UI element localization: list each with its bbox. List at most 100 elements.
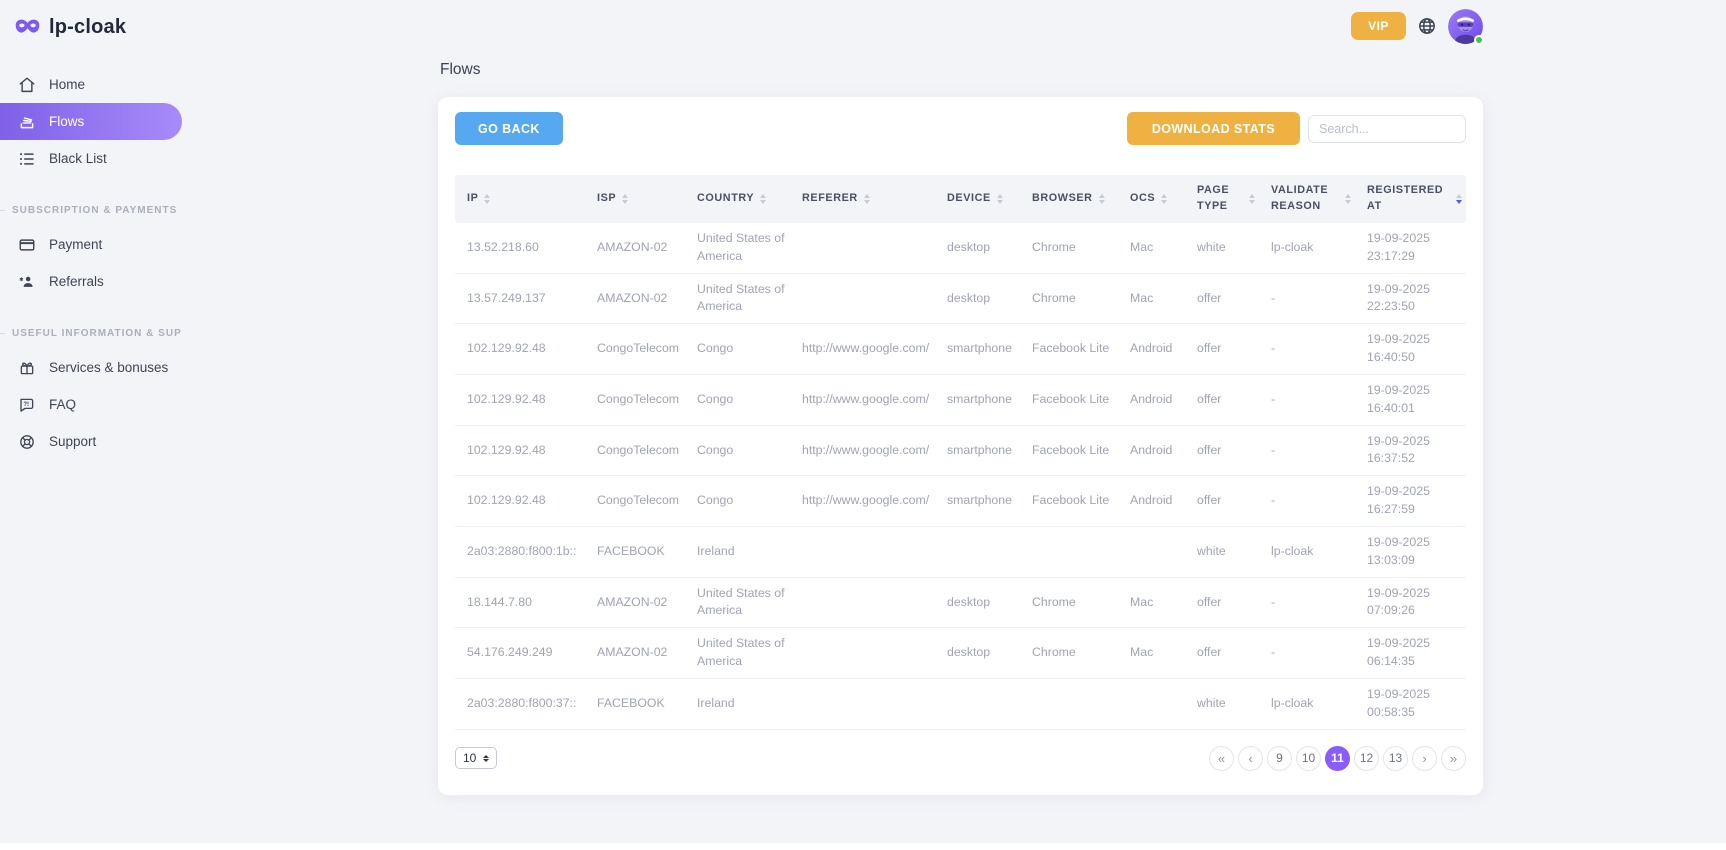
stepper-arrows-icon (483, 755, 489, 762)
cell-validate_reason: - (1259, 384, 1355, 416)
sidebar-item-faq[interactable]: ?! FAQ (0, 386, 182, 423)
go-back-button[interactable]: GO BACK (455, 112, 563, 145)
brand-mask-icon (14, 16, 41, 38)
page-button-13[interactable]: 13 (1383, 746, 1408, 771)
app-root: lp-cloak Home Flows (0, 0, 1726, 850)
credit-card-icon (18, 236, 36, 254)
cell-registered_at: 19-09-2025 16:40:50 (1355, 324, 1466, 374)
cell-validate_reason: - (1259, 637, 1355, 669)
sidebar-item-support[interactable]: Support (0, 423, 182, 460)
cell-referer: http://www.google.com/ (790, 384, 935, 416)
column-header-registered_at[interactable]: REGISTERED AT (1355, 177, 1466, 220)
column-label: REFERER (802, 191, 858, 207)
column-header-browser[interactable]: BROWSER (1020, 185, 1118, 213)
brand-name: lp-cloak (49, 16, 126, 39)
sort-icon (1249, 194, 1255, 204)
last-page-button[interactable]: » (1441, 746, 1466, 771)
cell-ocs (1118, 697, 1185, 711)
cell-isp: FACEBOOK (585, 536, 685, 568)
column-header-device[interactable]: DEVICE (935, 185, 1020, 213)
column-header-referer[interactable]: REFERER (790, 185, 935, 213)
download-stats-button[interactable]: DOWNLOAD STATS (1127, 112, 1300, 145)
cell-browser: Facebook Lite (1020, 333, 1118, 365)
cell-isp: AMAZON-02 (585, 587, 685, 619)
cell-referer (790, 241, 935, 255)
sidebar-item-label: FAQ (49, 397, 76, 412)
page-button-12[interactable]: 12 (1354, 746, 1379, 771)
cell-device: smartphone (935, 384, 1020, 416)
sort-icon (1099, 194, 1105, 204)
cell-browser (1020, 697, 1118, 711)
cell-browser: Chrome (1020, 283, 1118, 315)
cell-ocs: Mac (1118, 232, 1185, 264)
cell-country: Congo (685, 333, 790, 365)
cell-country: Congo (685, 384, 790, 416)
cell-isp: CongoTelecom (585, 384, 685, 416)
cell-referer (790, 595, 935, 609)
black-list-icon (18, 150, 36, 168)
table-row: 54.176.249.249AMAZON-02United States of … (455, 628, 1466, 679)
sort-icon (997, 194, 1003, 204)
sidebar-item-flows[interactable]: Flows (0, 103, 182, 140)
cell-ocs: Android (1118, 384, 1185, 416)
per-page-select[interactable]: 10 (455, 747, 497, 769)
table-row: 18.144.7.80AMAZON-02United States of Ame… (455, 578, 1466, 629)
column-header-country[interactable]: COUNTRY (685, 185, 790, 213)
cell-page_type: offer (1185, 485, 1259, 517)
cell-validate_reason: - (1259, 333, 1355, 365)
cell-validate_reason: - (1259, 435, 1355, 467)
cell-isp: AMAZON-02 (585, 283, 685, 315)
sort-icon (760, 194, 766, 204)
cell-validate_reason: lp-cloak (1259, 536, 1355, 568)
column-label: DEVICE (947, 191, 991, 207)
cell-isp: FACEBOOK (585, 688, 685, 720)
cell-referer (790, 291, 935, 305)
globe-language-icon[interactable] (1417, 16, 1437, 36)
card-toolbar: GO BACK DOWNLOAD STATS (438, 97, 1483, 145)
sidebar-item-label: Black List (49, 151, 107, 166)
svg-text:?!: ?! (23, 401, 29, 407)
column-header-validate_reason[interactable]: VALIDATE REASON (1259, 177, 1355, 220)
cell-device: desktop (935, 587, 1020, 619)
search-input[interactable] (1308, 115, 1466, 143)
column-header-isp[interactable]: ISP (585, 185, 685, 213)
cell-country: United States of America (685, 578, 790, 628)
sidebar-item-home[interactable]: Home (0, 66, 182, 103)
column-header-ocs[interactable]: OCS (1118, 185, 1185, 213)
cell-page_type: offer (1185, 637, 1259, 669)
cell-ip: 102.129.92.48 (455, 485, 585, 517)
column-header-ip[interactable]: IP (455, 185, 585, 213)
user-avatar[interactable] (1448, 9, 1483, 44)
cell-ocs: Android (1118, 333, 1185, 365)
prev-page-button[interactable]: ‹ (1238, 746, 1263, 771)
sidebar-nav: Home Flows Black List S (0, 66, 182, 460)
cell-country: United States of America (685, 274, 790, 324)
table-row: 102.129.92.48CongoTelecomCongohttp://www… (455, 476, 1466, 527)
cell-validate_reason: - (1259, 485, 1355, 517)
sidebar-item-black-list[interactable]: Black List (0, 140, 182, 177)
sidebar-section-title: SUBSCRIPTION & PAYMENTS (0, 205, 182, 216)
first-page-button[interactable]: « (1209, 746, 1234, 771)
sidebar-item-payment[interactable]: Payment (0, 226, 182, 263)
next-page-button[interactable]: › (1412, 746, 1437, 771)
vip-button[interactable]: VIP (1351, 12, 1406, 40)
cell-registered_at: 19-09-2025 22:23:50 (1355, 274, 1466, 324)
sort-icon (622, 194, 628, 204)
cell-page_type: offer (1185, 384, 1259, 416)
sort-icon (1161, 194, 1167, 204)
cell-browser: Chrome (1020, 587, 1118, 619)
column-header-page_type[interactable]: PAGE TYPE (1185, 177, 1259, 220)
sidebar-item-referrals[interactable]: Referrals (0, 263, 182, 300)
page-button-9[interactable]: 9 (1267, 746, 1292, 771)
cell-ocs: Mac (1118, 637, 1185, 669)
column-label: ISP (597, 191, 616, 207)
cell-registered_at: 19-09-2025 23:17:29 (1355, 223, 1466, 273)
cell-referer: http://www.google.com/ (790, 333, 935, 365)
page-button-11[interactable]: 11 (1325, 746, 1350, 771)
cell-ip: 13.52.218.60 (455, 232, 585, 264)
page-button-10[interactable]: 10 (1296, 746, 1321, 771)
cell-browser: Facebook Lite (1020, 485, 1118, 517)
sidebar-item-services[interactable]: Services & bonuses (0, 349, 182, 386)
cell-browser: Chrome (1020, 637, 1118, 669)
cell-country: United States of America (685, 628, 790, 678)
